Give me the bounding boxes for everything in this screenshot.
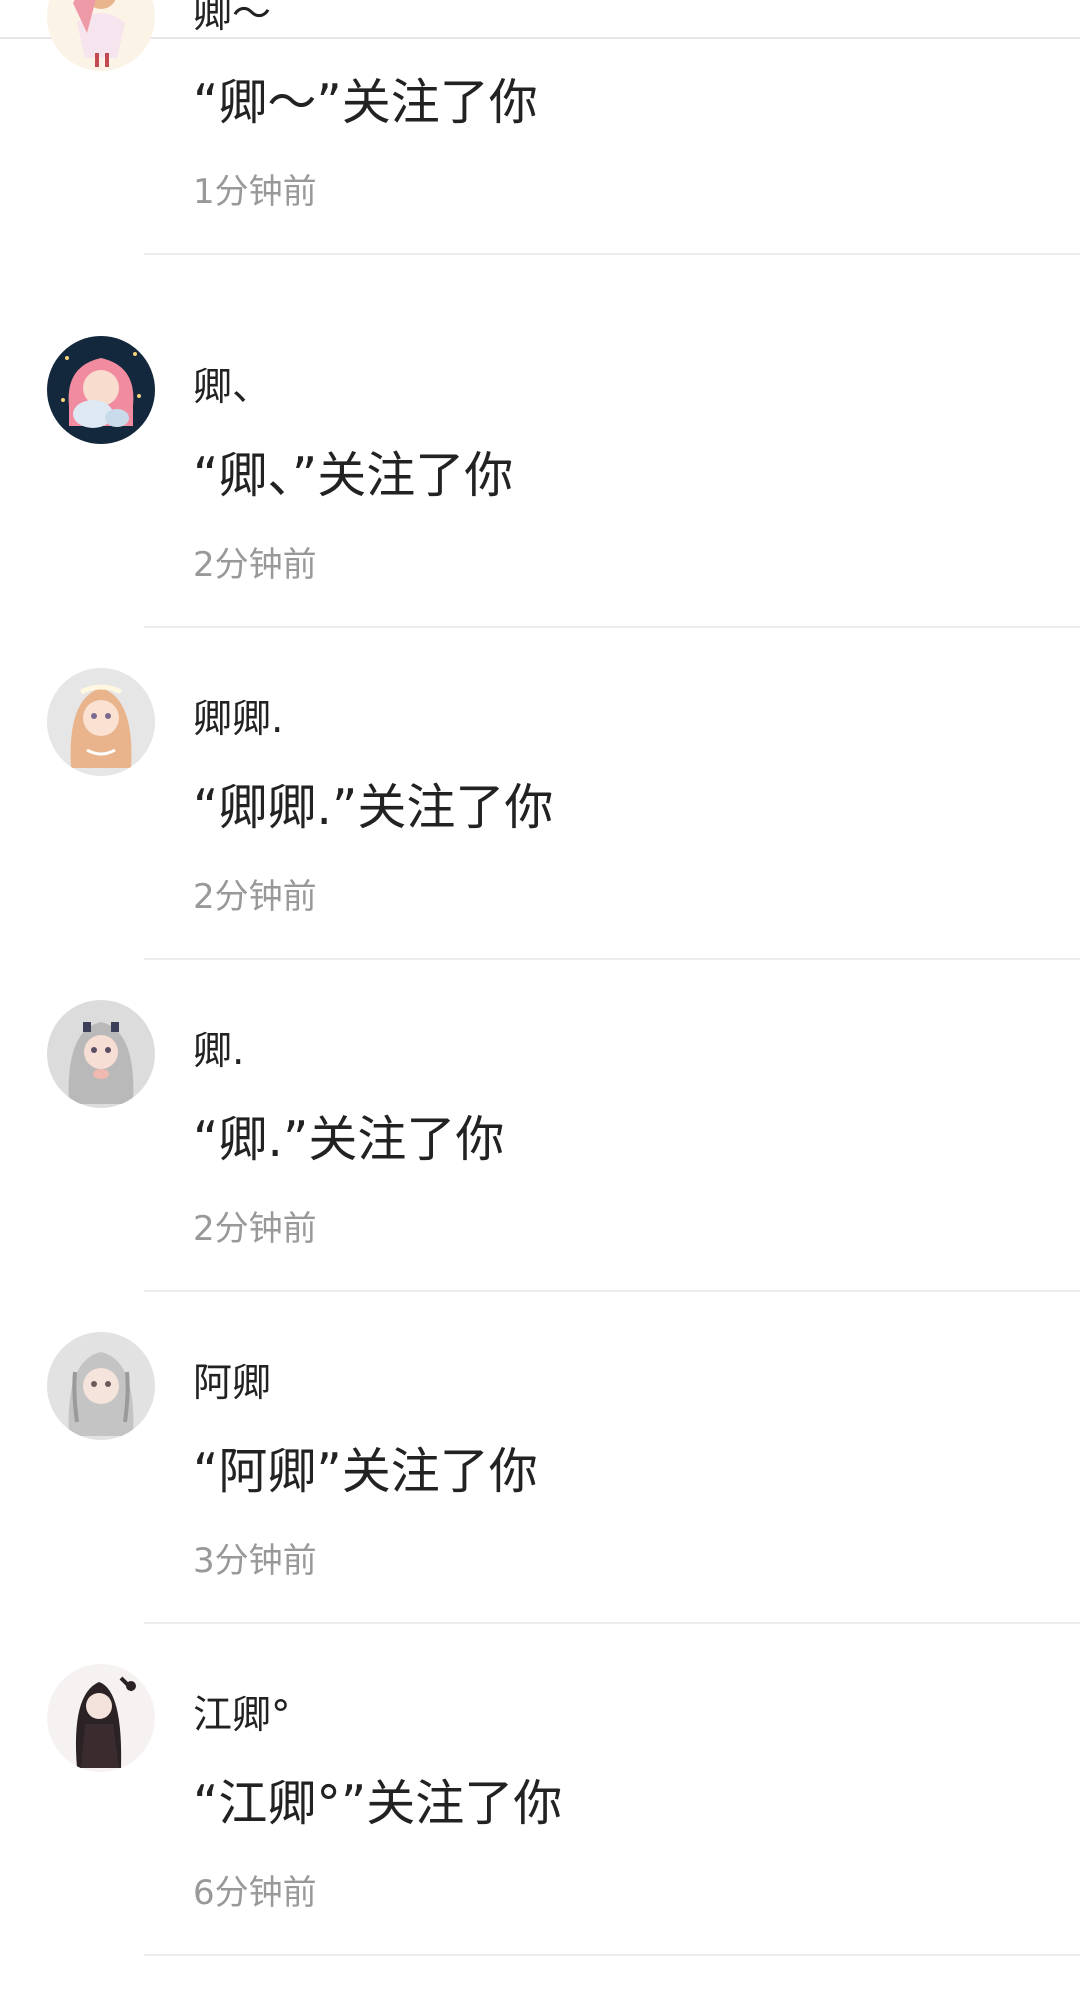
- item-divider: [144, 1954, 1080, 1956]
- avatar-dark-hair-girl-icon[interactable]: [47, 1664, 155, 1772]
- timestamp: 2分钟前: [193, 877, 317, 917]
- user-name[interactable]: 卿.: [193, 1028, 244, 1076]
- timestamp: 1分钟前: [193, 172, 317, 212]
- user-name[interactable]: 卿卿.: [193, 696, 283, 744]
- notification-message: “阿卿”关注了你: [193, 1443, 538, 1500]
- item-divider: [144, 1622, 1080, 1624]
- user-name[interactable]: 阿卿: [193, 1360, 271, 1408]
- timestamp: 3分钟前: [193, 1541, 317, 1581]
- item-divider: [144, 958, 1080, 960]
- list-item[interactable]: 卿. “卿.”关注了你 2分钟前: [0, 1000, 1080, 1331]
- avatar-blonde-girl-icon[interactable]: [47, 668, 155, 776]
- notification-message: “江卿°”关注了你: [193, 1775, 563, 1832]
- notification-message: “卿、”关注了你: [193, 447, 514, 504]
- user-name[interactable]: 卿～: [193, 0, 271, 39]
- avatar-silver-hair-girl-icon[interactable]: [47, 1000, 155, 1108]
- user-name[interactable]: 卿、: [193, 364, 271, 412]
- avatar-girl-white-dress-icon[interactable]: [47, 0, 155, 71]
- avatar-grey-hair-girl-icon[interactable]: [47, 1332, 155, 1440]
- item-divider: [144, 1290, 1080, 1292]
- item-divider: [144, 253, 1080, 255]
- list-item[interactable]: 卿～ “卿～”关注了你 1分钟前: [0, 0, 1080, 294]
- timestamp: 6分钟前: [193, 1873, 317, 1913]
- list-item[interactable]: 阿卿 “阿卿”关注了你 3分钟前: [0, 1332, 1080, 1663]
- item-divider: [144, 626, 1080, 628]
- list-item[interactable]: 卿、 “卿、”关注了你 2分钟前: [0, 336, 1080, 667]
- list-item[interactable]: 江卿° “江卿°”关注了你 6分钟前: [0, 1664, 1080, 1995]
- notification-message: “卿～”关注了你: [193, 74, 538, 131]
- notification-message: “卿卿.”关注了你: [193, 779, 554, 836]
- user-name[interactable]: 江卿°: [193, 1692, 291, 1740]
- notification-message: “卿.”关注了你: [193, 1111, 505, 1168]
- timestamp: 2分钟前: [193, 545, 317, 585]
- list-item[interactable]: 卿卿. “卿卿.”关注了你 2分钟前: [0, 668, 1080, 999]
- avatar-pink-hair-girl-icon[interactable]: [47, 336, 155, 444]
- timestamp: 2分钟前: [193, 1209, 317, 1249]
